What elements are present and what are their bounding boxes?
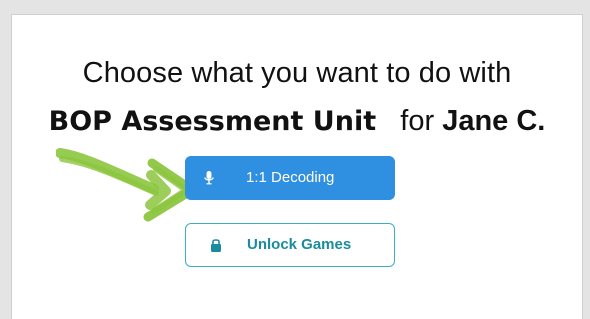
unit-name: BOP Assessment Unit	[48, 106, 377, 137]
student-name: Jane C.	[442, 105, 546, 137]
screenshot-frame: Choose what you want to do with BOP Asse…	[0, 0, 590, 319]
decoding-button[interactable]: 1:1 Decoding	[185, 156, 395, 200]
prompt-text: Choose what you want to do with	[82, 57, 512, 89]
unlock-games-button-label: Unlock Games	[247, 236, 352, 253]
microphone-icon	[203, 170, 215, 186]
decoding-button-label: 1:1 Decoding	[246, 169, 335, 186]
connector-text: for	[400, 105, 435, 137]
lock-icon	[210, 237, 222, 253]
choice-panel: Choose what you want to do with BOP Asse…	[11, 14, 583, 319]
annotation-arrow-icon	[56, 148, 197, 222]
unlock-games-button[interactable]: Unlock Games	[185, 223, 395, 267]
prompt-heading: Choose what you want to do with	[12, 57, 582, 90]
prompt-subject-line: BOP Assessment Unit for Jane C.	[12, 105, 582, 138]
